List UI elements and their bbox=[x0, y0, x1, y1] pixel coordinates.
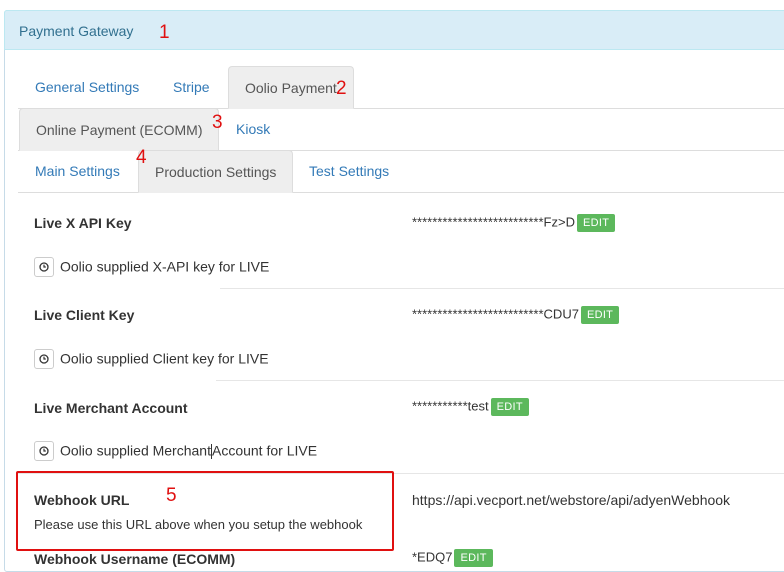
webhook-username-label: Webhook Username (ECOMM) bbox=[34, 551, 236, 567]
live-merchant-account-label: Live Merchant Account bbox=[34, 400, 188, 416]
live-x-api-key-value: **************************Fz>D bbox=[412, 214, 575, 230]
live-merchant-account-help-text-end: Account for LIVE bbox=[211, 442, 318, 459]
live-client-key-label: Live Client Key bbox=[34, 307, 135, 323]
edit-x-api-key-button[interactable]: EDIT bbox=[576, 214, 616, 232]
panel-heading: Payment Gateway bbox=[4, 10, 784, 50]
webhook-username-value-group: *EDQ7 EDIT bbox=[412, 549, 493, 567]
live-x-api-key-help: Oolio supplied X-API key for LIVE bbox=[34, 257, 270, 278]
tab-stripe[interactable]: Stripe bbox=[157, 66, 226, 108]
tab-main-settings[interactable]: Main Settings bbox=[19, 150, 136, 192]
live-client-key-value: **************************CDU7 bbox=[412, 306, 579, 322]
live-client-key-help-text: Oolio supplied Client key for LIVE bbox=[60, 350, 269, 367]
annotation-3: 3 bbox=[212, 112, 223, 133]
tab-oolio-payment[interactable]: Oolio Payment bbox=[228, 66, 354, 109]
edit-webhook-username-button[interactable]: EDIT bbox=[454, 549, 493, 567]
annotation-box-5 bbox=[16, 471, 394, 551]
edit-merchant-account-button[interactable]: EDIT bbox=[490, 398, 529, 416]
webhook-username-value: *EDQ7 bbox=[412, 549, 453, 565]
live-x-api-key-help-text: Oolio supplied X-API key for LIVE bbox=[60, 258, 270, 275]
live-merchant-account-help-text-start: Oolio supplied Merchant bbox=[60, 442, 211, 459]
webhook-url-value: https://api.vecport.net/webstore/api/ady… bbox=[412, 492, 731, 508]
annotation-2: 2 bbox=[336, 78, 347, 99]
tab-general-settings[interactable]: General Settings bbox=[19, 66, 155, 108]
annotation-1: 1 bbox=[159, 22, 170, 43]
live-x-api-key-value-group: **************************Fz>D EDIT bbox=[412, 214, 616, 232]
tabs-level2: Online Payment (ECOMM) Kiosk bbox=[18, 108, 784, 151]
text-cursor bbox=[210, 443, 212, 459]
clock-icon[interactable] bbox=[34, 441, 54, 461]
live-merchant-account-help: Oolio supplied MerchantAccount for LIVE bbox=[34, 441, 318, 462]
panel-title: Payment Gateway bbox=[19, 23, 134, 39]
row-divider bbox=[220, 288, 784, 289]
live-x-api-key-label: Live X API Key bbox=[34, 215, 132, 231]
tab-test-settings[interactable]: Test Settings bbox=[293, 150, 405, 192]
live-merchant-account-value-group: ***********test EDIT bbox=[412, 398, 529, 416]
row-divider bbox=[216, 380, 784, 381]
tabs-level1: General Settings Stripe Oolio Payment bbox=[18, 66, 784, 109]
live-client-key-help: Oolio supplied Client key for LIVE bbox=[34, 349, 269, 370]
clock-icon[interactable] bbox=[34, 257, 54, 277]
edit-client-key-button[interactable]: EDIT bbox=[580, 306, 620, 324]
annotation-5: 5 bbox=[166, 485, 177, 506]
annotation-4: 4 bbox=[136, 147, 147, 168]
tab-kiosk[interactable]: Kiosk bbox=[220, 108, 286, 150]
tab-production-settings[interactable]: Production Settings bbox=[138, 150, 294, 193]
live-merchant-account-value: ***********test bbox=[412, 398, 489, 414]
tabs-level3: Main Settings Production Settings Test S… bbox=[18, 150, 784, 193]
tab-online-payment-ecomm[interactable]: Online Payment (ECOMM) bbox=[19, 108, 220, 151]
live-client-key-value-group: **************************CDU7 EDIT bbox=[412, 306, 620, 324]
clock-icon[interactable] bbox=[34, 349, 54, 369]
